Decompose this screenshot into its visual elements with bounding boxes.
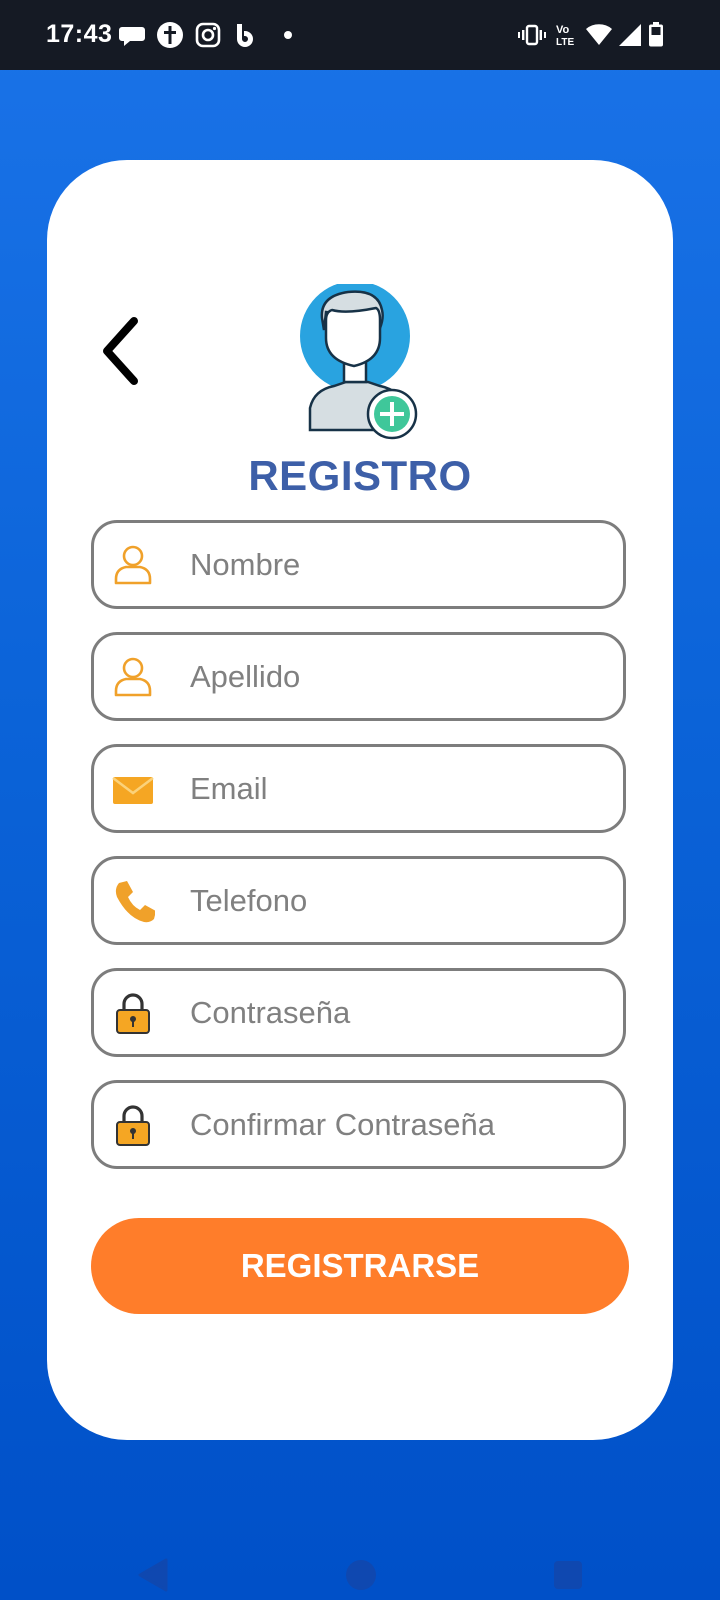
svg-text:Vo: Vo (556, 24, 570, 36)
nombre-field[interactable]: Nombre (91, 520, 626, 609)
status-time: 17:43 (46, 20, 113, 48)
user-icon (114, 657, 152, 697)
phone-icon (115, 881, 155, 923)
add-user-avatar-icon (300, 284, 418, 440)
apellido-field[interactable]: Apellido (91, 632, 626, 721)
nav-back-icon[interactable] (138, 1558, 168, 1592)
user-icon (114, 545, 152, 585)
confirmar-contrasena-field[interactable]: Confirmar Contraseña (91, 1080, 626, 1169)
telefono-placeholder: Telefono (190, 883, 308, 918)
apellido-placeholder: Apellido (190, 659, 301, 694)
nav-home-icon[interactable] (346, 1560, 376, 1590)
volte-icon: Vo LTE (556, 24, 574, 48)
register-button[interactable]: REGISTRARSE (91, 1218, 629, 1314)
nav-recents-icon[interactable] (554, 1561, 582, 1589)
wifi-icon (586, 24, 612, 45)
email-placeholder: Email (190, 771, 268, 806)
nombre-placeholder: Nombre (190, 547, 301, 582)
lock-icon (116, 1105, 150, 1146)
envelope-icon (112, 777, 154, 804)
navigation-bar (0, 1520, 720, 1600)
email-field[interactable]: Email (91, 744, 626, 833)
status-bar: 17:43 Vo LTE (0, 0, 720, 70)
b-app-icon (237, 24, 253, 47)
page-title: REGISTRO (248, 452, 472, 499)
confirmar-contrasena-placeholder: Confirmar Contraseña (190, 1107, 495, 1142)
contrasena-placeholder: Contraseña (190, 995, 351, 1030)
chevron-left-icon[interactable] (100, 316, 146, 386)
lock-icon (116, 993, 150, 1034)
vibrate-icon (518, 24, 546, 46)
signal-icon (619, 24, 641, 46)
more-dot-icon (284, 31, 292, 39)
instagram-icon (195, 22, 221, 48)
svg-text:LTE: LTE (556, 37, 574, 48)
battery-icon (649, 22, 663, 47)
telefono-field[interactable]: Telefono (91, 856, 626, 945)
contrasena-field[interactable]: Contraseña (91, 968, 626, 1057)
bible-app-icon (157, 22, 183, 48)
chat-bubble-icon (119, 27, 145, 46)
